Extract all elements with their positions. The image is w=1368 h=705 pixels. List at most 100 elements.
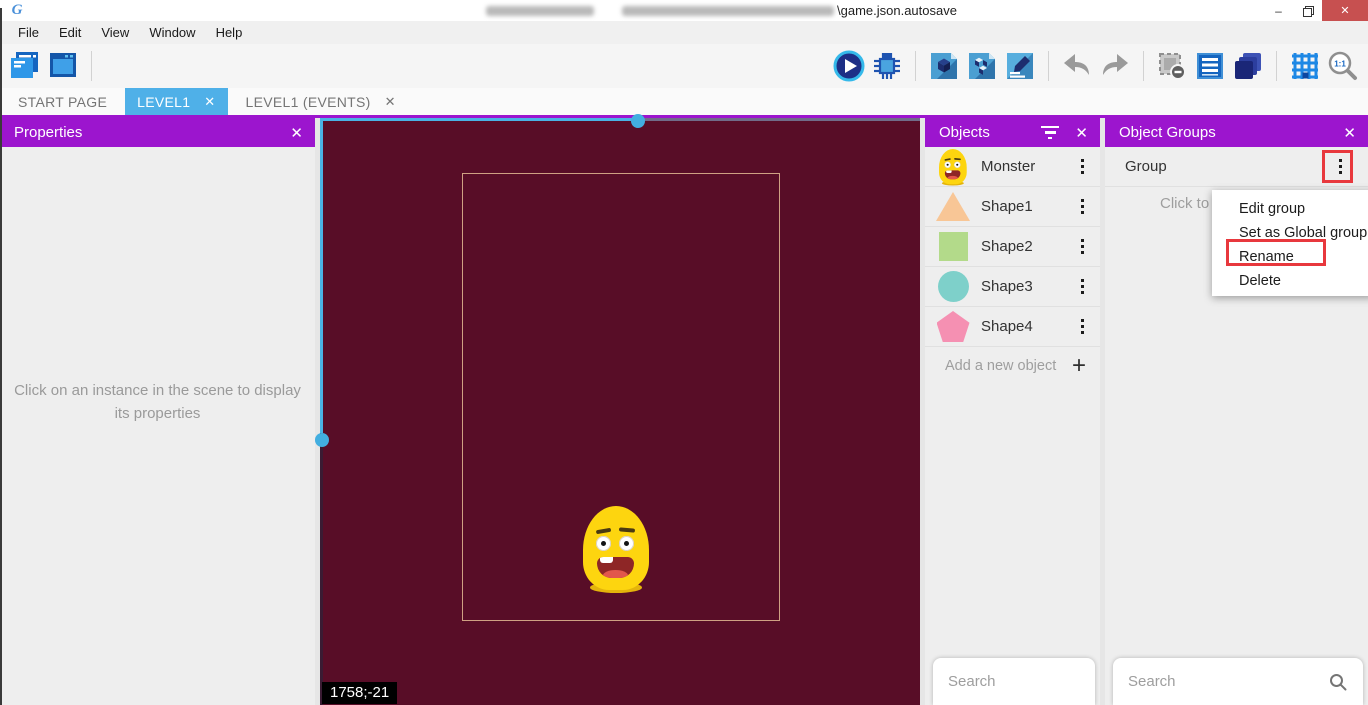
- close-panel-icon[interactable]: ✕: [290, 124, 303, 142]
- object-row-shape4[interactable]: Shape4: [925, 307, 1100, 347]
- plus-icon: +: [1072, 356, 1086, 376]
- window-title-text: \game.json.autosave: [837, 3, 957, 18]
- menu-item-rename[interactable]: Rename: [1212, 245, 1368, 269]
- menu-item-delete[interactable]: Delete: [1212, 269, 1368, 293]
- zoom-1-1-icon[interactable]: 1:1: [1325, 48, 1361, 84]
- gdevelop-logo-icon: G: [0, 0, 34, 21]
- groups-placeholder-text: Click to: [1160, 195, 1209, 212]
- object-groups-header: Object Groups ✕: [1105, 118, 1368, 147]
- object-row-shape3[interactable]: Shape3: [925, 267, 1100, 307]
- menu-item-set-global-group[interactable]: Set as Global group: [1212, 221, 1368, 245]
- properties-header: Properties ✕: [0, 118, 315, 147]
- menu-window[interactable]: Window: [139, 21, 205, 44]
- object-menu-dots-icon[interactable]: [1081, 199, 1085, 215]
- menu-edit[interactable]: Edit: [49, 21, 91, 44]
- monster-mouth: [597, 557, 634, 578]
- redacted-title-segment: [486, 6, 594, 16]
- object-name: Shape1: [981, 198, 1033, 215]
- object-groups-panel: Object Groups ✕ Group Click to Edit grou…: [1105, 118, 1368, 705]
- monster-instance[interactable]: [583, 506, 649, 590]
- object-name: Shape2: [981, 238, 1033, 255]
- instances-list-icon[interactable]: [1192, 48, 1228, 84]
- toolbar-separator: [915, 51, 916, 81]
- square-icon: [939, 232, 968, 261]
- redo-icon[interactable]: [1097, 48, 1133, 84]
- project-manager-icon[interactable]: [7, 48, 43, 84]
- object-row-monster[interactable]: Monster: [925, 147, 1100, 187]
- object-menu-dots-icon[interactable]: [1081, 159, 1085, 175]
- window-title: \game.json.autosave: [34, 0, 957, 21]
- filter-icon[interactable]: [1041, 126, 1059, 140]
- tab-level1[interactable]: LEVEL1 ✕: [125, 88, 227, 115]
- play-icon[interactable]: [831, 48, 867, 84]
- group-row[interactable]: Group: [1105, 147, 1368, 187]
- svg-text:1:1: 1:1: [1334, 60, 1346, 69]
- scene-properties-icon[interactable]: [45, 48, 81, 84]
- object-row-shape1[interactable]: Shape1: [925, 187, 1100, 227]
- mask-icon[interactable]: [1154, 48, 1190, 84]
- tab-bar: START PAGE LEVEL1 ✕ LEVEL1 (EVENTS) ✕: [0, 88, 1368, 115]
- monster-eye: [596, 536, 611, 551]
- tab-label: LEVEL1: [137, 94, 190, 110]
- resize-handle-left[interactable]: [315, 433, 329, 447]
- circle-icon: [938, 271, 969, 302]
- menu-item-edit-group[interactable]: Edit group: [1212, 197, 1368, 221]
- object-name: Shape3: [981, 278, 1033, 295]
- tab-label: START PAGE: [18, 94, 107, 110]
- toolbar-separator: [91, 51, 92, 81]
- undo-icon[interactable]: [1059, 48, 1095, 84]
- object-name: Shape4: [981, 318, 1033, 335]
- toolbar-separator: [1143, 51, 1144, 81]
- resize-handle-top[interactable]: [631, 114, 645, 128]
- objects-editor-icon[interactable]: [964, 48, 1000, 84]
- object-menu-dots-icon[interactable]: [1081, 279, 1085, 295]
- menu-file[interactable]: File: [8, 21, 49, 44]
- properties-panel: Properties ✕ Click on an instance in the…: [0, 118, 315, 705]
- restore-button[interactable]: [1293, 0, 1322, 21]
- objects-search-box[interactable]: [933, 658, 1095, 705]
- scene-top-border: [638, 118, 920, 121]
- menu-help[interactable]: Help: [206, 21, 253, 44]
- add-object-label: Add a new object: [945, 358, 1056, 374]
- panel-title: Properties: [14, 124, 82, 141]
- monster-eye: [619, 536, 634, 551]
- tab-close-icon[interactable]: ✕: [204, 94, 215, 110]
- group-menu-dots-icon[interactable]: [1339, 159, 1343, 175]
- export-game-icon[interactable]: [926, 48, 962, 84]
- triangle-icon: [936, 192, 970, 221]
- tab-close-icon[interactable]: ✕: [385, 94, 396, 110]
- menu-view[interactable]: View: [91, 21, 139, 44]
- objects-panel: Objects ✕ Monster Shape1 Shape2 Shape3 S…: [925, 118, 1100, 705]
- scene-canvas[interactable]: 1758;-21: [320, 118, 920, 705]
- object-row-shape2[interactable]: Shape2: [925, 227, 1100, 267]
- cursor-coordinates: 1758;-21: [322, 682, 397, 704]
- debug-icon[interactable]: [869, 48, 905, 84]
- object-menu-dots-icon[interactable]: [1081, 239, 1085, 255]
- close-panel-icon[interactable]: ✕: [1343, 124, 1356, 142]
- properties-placeholder: Click on an instance in the scene to dis…: [10, 379, 305, 426]
- toolbar-separator: [1276, 51, 1277, 81]
- layers-icon[interactable]: [1230, 48, 1266, 84]
- monster-thumbnail-icon: [939, 149, 967, 185]
- tab-level1-events[interactable]: LEVEL1 (EVENTS) ✕: [228, 88, 414, 115]
- tab-start-page[interactable]: START PAGE: [0, 88, 125, 115]
- groups-search-box[interactable]: [1113, 658, 1363, 705]
- grid-icon[interactable]: [1287, 48, 1323, 84]
- search-icon: [1328, 672, 1348, 692]
- menu-bar: File Edit View Window Help: [0, 21, 1368, 44]
- edit-scene-icon[interactable]: [1002, 48, 1038, 84]
- panel-title: Objects: [939, 124, 990, 141]
- minimize-button[interactable]: –: [1264, 0, 1293, 21]
- redacted-title-segment: [622, 6, 834, 16]
- groups-search-input[interactable]: [1128, 673, 1328, 690]
- close-button[interactable]: ✕: [1322, 0, 1368, 21]
- group-name: Group: [1125, 158, 1167, 175]
- add-new-object-row[interactable]: Add a new object +: [925, 347, 1100, 384]
- close-panel-icon[interactable]: ✕: [1075, 124, 1088, 142]
- panel-title: Object Groups: [1119, 124, 1216, 141]
- restore-icon: [1303, 6, 1312, 15]
- object-name: Monster: [981, 158, 1035, 175]
- object-menu-dots-icon[interactable]: [1081, 319, 1085, 335]
- pentagon-icon: [937, 311, 970, 342]
- objects-header: Objects ✕: [925, 118, 1100, 147]
